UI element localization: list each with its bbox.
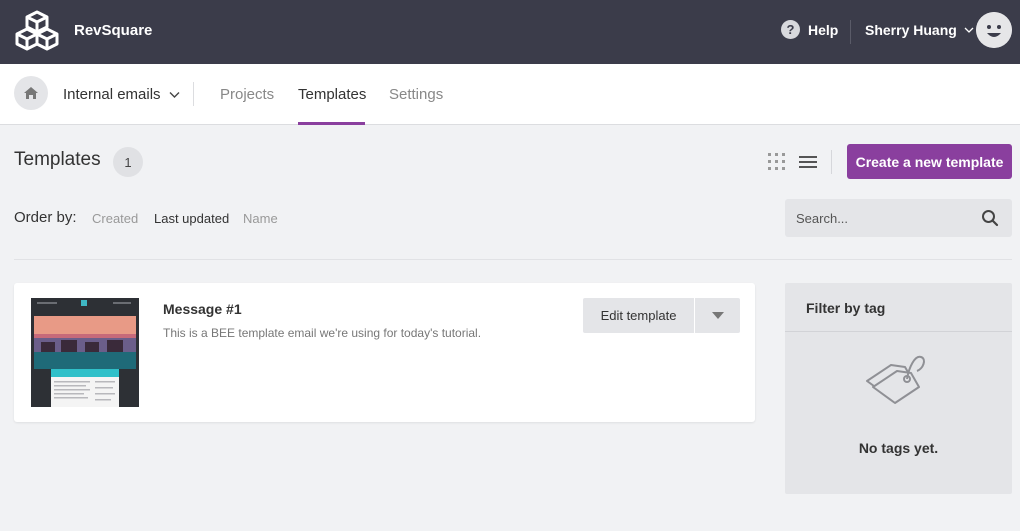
page-title: Templates [14, 149, 101, 170]
search-icon[interactable] [981, 209, 999, 227]
sub-nav: Internal emails Projects Templates Setti… [0, 64, 1020, 125]
order-by-label: Order by: [14, 209, 77, 226]
edit-template-button[interactable]: Edit template [583, 298, 694, 333]
order-option-last-updated[interactable]: Last updated [154, 211, 229, 226]
brand-name[interactable]: RevSquare [74, 22, 152, 39]
tab-settings[interactable]: Settings [389, 86, 443, 103]
filter-by-tag-panel: Filter by tag No tags yet. [785, 283, 1012, 494]
template-actions-dropdown[interactable] [695, 298, 740, 333]
order-option-name[interactable]: Name [243, 211, 278, 226]
active-tab-indicator [298, 122, 365, 125]
chevron-down-icon [169, 92, 180, 98]
help-label: Help [808, 21, 839, 38]
user-name: Sherry Huang [865, 22, 957, 38]
template-card: Message #1 This is a BEE template email … [14, 283, 755, 422]
avatar[interactable] [976, 12, 1012, 48]
top-bar: RevSquare ? Help Sherry Huang [0, 0, 1020, 64]
tab-templates[interactable]: Templates [298, 86, 366, 103]
template-description: This is a BEE template email we're using… [163, 326, 482, 340]
topbar-divider [850, 20, 851, 44]
filter-divider [785, 331, 1012, 332]
caret-down-icon [711, 312, 724, 319]
header-divider [831, 150, 832, 174]
grid-view-icon[interactable] [768, 153, 786, 171]
search-input[interactable] [785, 199, 975, 237]
logo-icon[interactable] [14, 10, 60, 54]
tag-icon [866, 355, 925, 404]
order-option-created[interactable]: Created [92, 211, 138, 226]
section-divider [14, 259, 1012, 260]
help-icon: ? [781, 20, 800, 39]
template-title[interactable]: Message #1 [163, 301, 242, 317]
project-selector[interactable]: Internal emails [63, 86, 180, 103]
create-template-button[interactable]: Create a new template [847, 144, 1012, 179]
subnav-divider [193, 82, 194, 106]
home-button[interactable] [14, 76, 48, 110]
list-view-icon[interactable] [799, 155, 817, 169]
chevron-down-icon [964, 27, 974, 33]
tab-projects[interactable]: Projects [220, 86, 274, 103]
no-tags-message: No tags yet. [858, 440, 939, 456]
home-icon [24, 87, 38, 99]
template-count-badge: 1 [113, 147, 143, 177]
project-name: Internal emails [63, 86, 161, 103]
filter-title: Filter by tag [806, 300, 886, 316]
template-thumbnail[interactable] [31, 298, 139, 407]
user-menu[interactable]: Sherry Huang [865, 22, 974, 38]
search-box [785, 199, 1012, 237]
help-link[interactable]: ? Help [781, 20, 838, 39]
